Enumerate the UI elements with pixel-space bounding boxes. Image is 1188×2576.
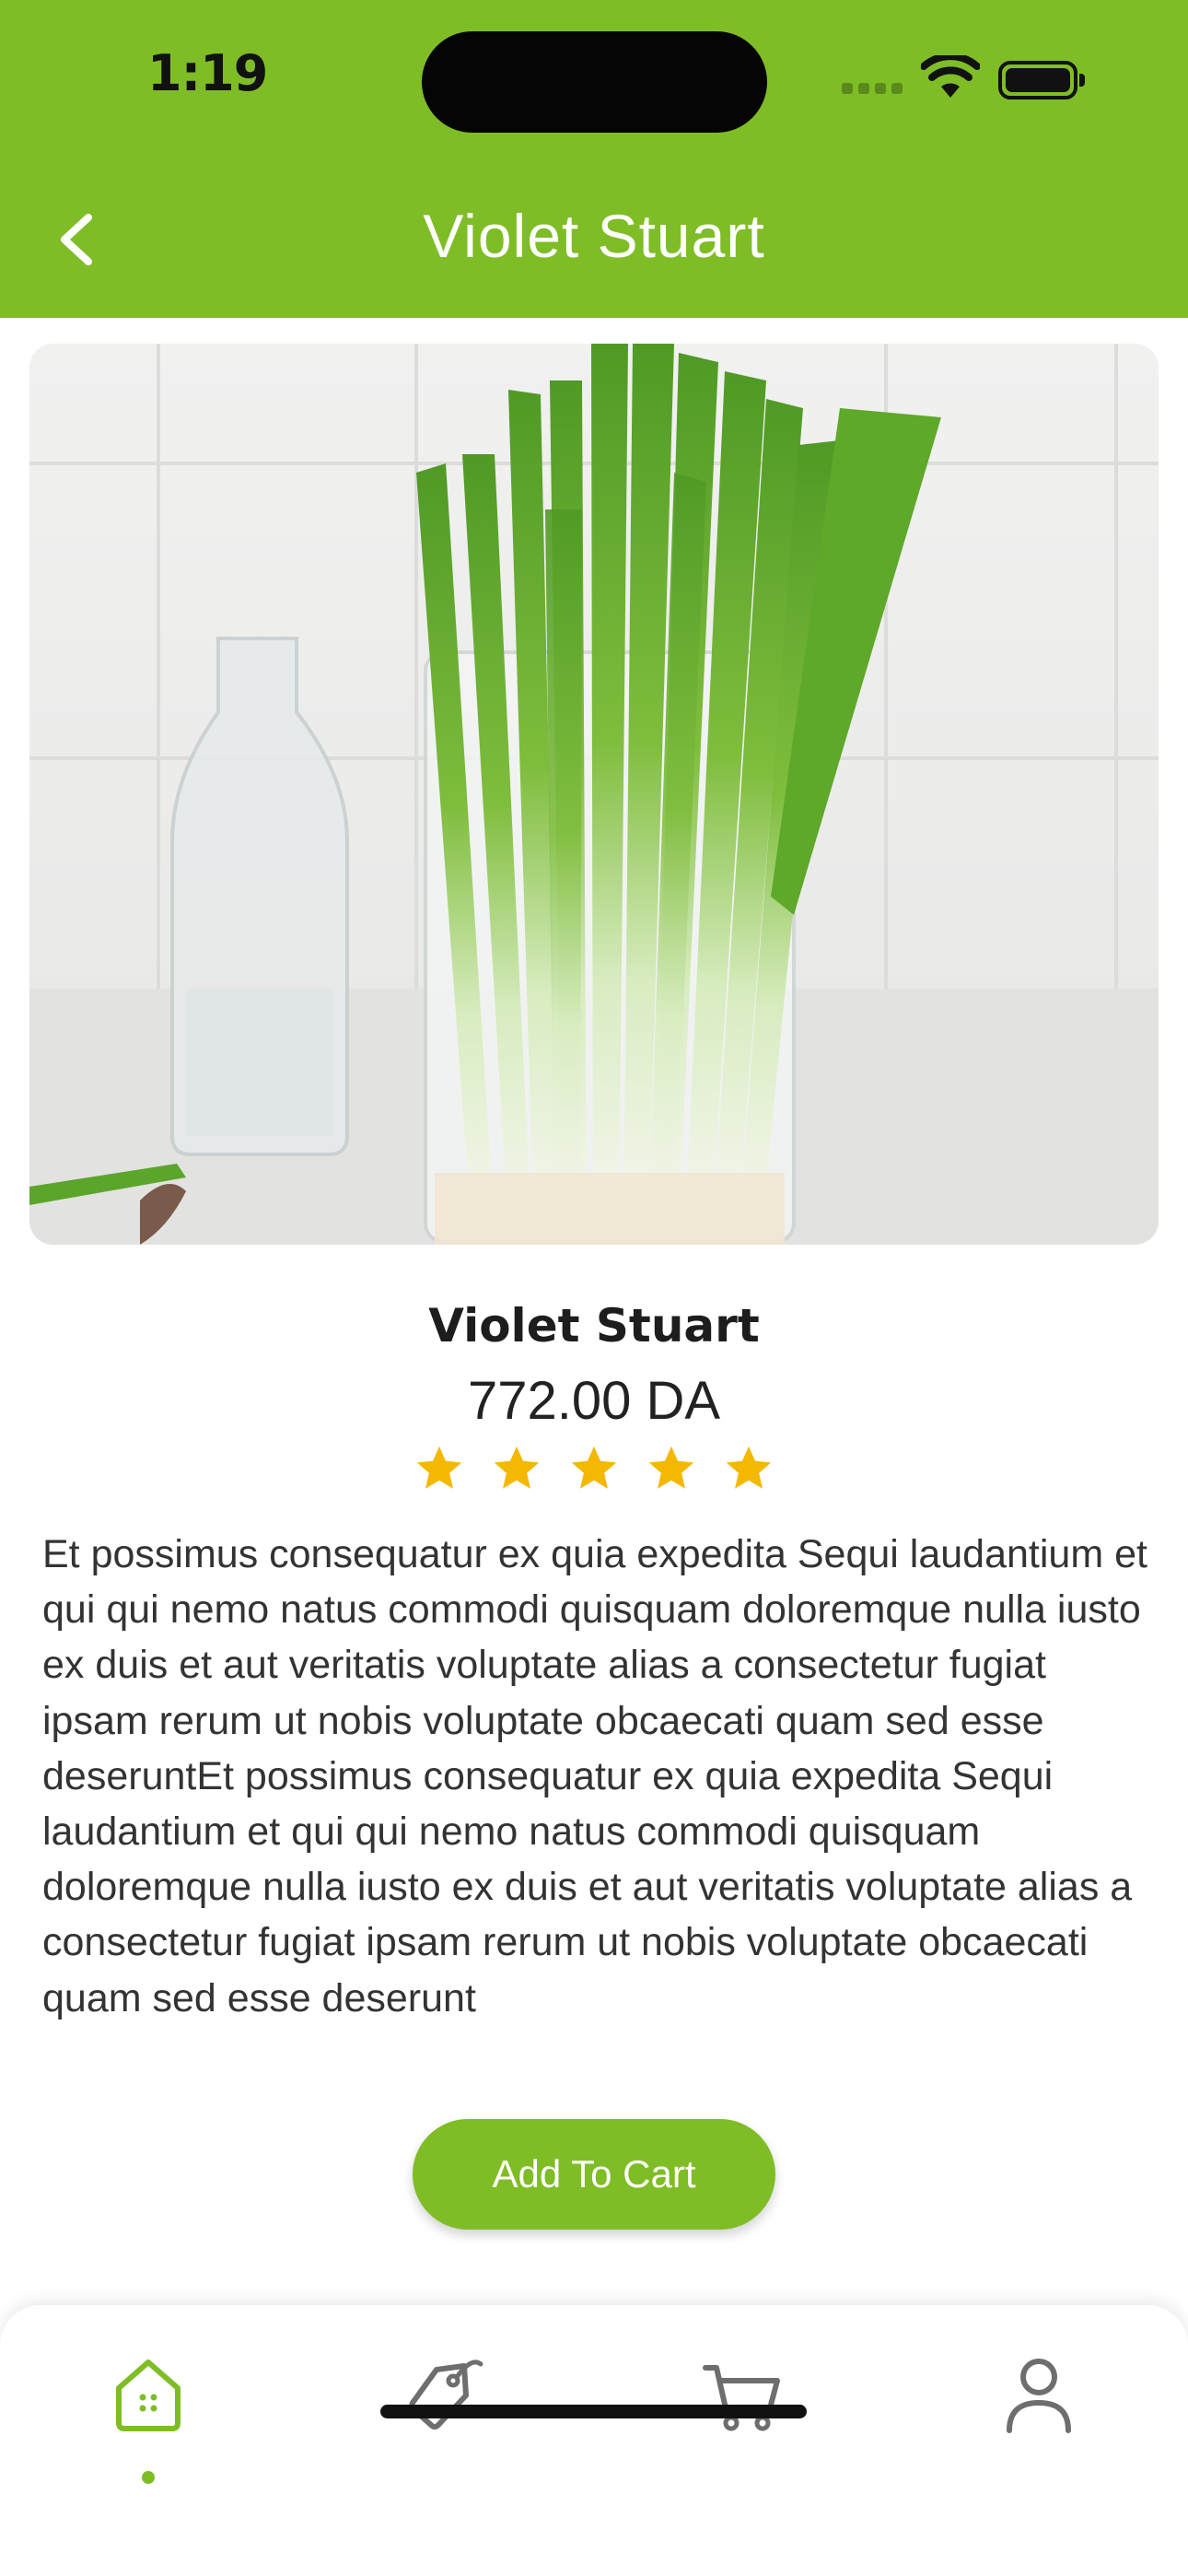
back-arrow-icon[interactable] (50, 203, 105, 276)
bottom-navigation (0, 2305, 1188, 2576)
star-icon (648, 1446, 694, 1489)
star-icon (494, 1446, 540, 1489)
add-to-cart-button[interactable]: Add To Cart (413, 2119, 775, 2230)
star-icon (726, 1446, 772, 1489)
wifi-icon (921, 55, 980, 98)
page-title: Violet Stuart (423, 202, 765, 270)
product-price: 772.00 DA (467, 1371, 721, 1431)
cart-icon[interactable] (696, 2348, 788, 2440)
app-header: 1:19 Violet Stuart (0, 0, 1188, 318)
product-image (29, 344, 1159, 1245)
cellular-signal-icon (842, 83, 906, 96)
home-icon[interactable] (102, 2348, 194, 2440)
profile-icon[interactable] (993, 2348, 1085, 2440)
product-name: Violet Stuart (428, 1299, 760, 1352)
product-description: Et possimus consequatur ex quia expedita… (42, 1532, 1147, 2020)
tag-icon[interactable] (400, 2348, 492, 2440)
dynamic-island (422, 31, 767, 133)
home-indicator (380, 2405, 807, 2418)
status-time: 1:19 (147, 44, 268, 102)
battery-icon (998, 61, 1085, 100)
star-icon (416, 1446, 462, 1489)
star-rating (413, 1442, 775, 1497)
active-indicator-dot (142, 2471, 155, 2484)
star-icon (571, 1446, 617, 1489)
